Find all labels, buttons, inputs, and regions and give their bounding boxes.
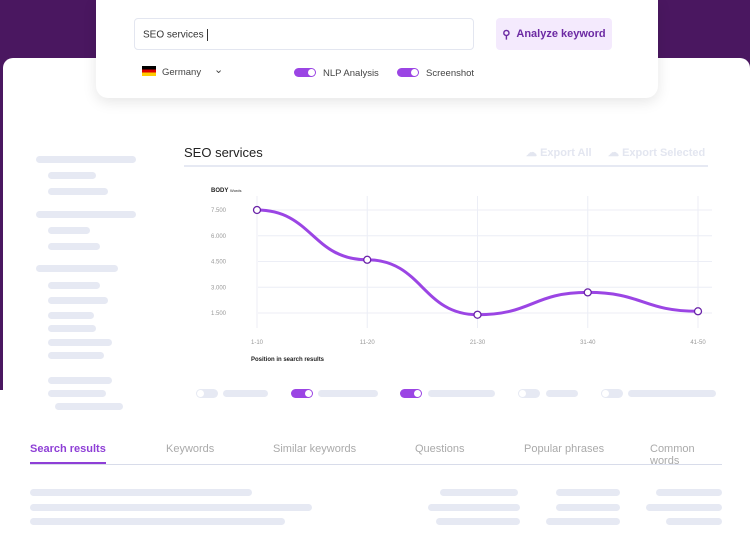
data-point xyxy=(473,310,482,319)
tab-questions[interactable]: Questions xyxy=(415,443,465,455)
y-tick-label: 7.500 xyxy=(211,208,227,214)
data-point xyxy=(583,288,592,297)
tab-keywords[interactable]: Keywords xyxy=(166,443,214,455)
x-tick-label: 41-50 xyxy=(690,340,706,346)
series-toggle[interactable] xyxy=(196,389,218,398)
x-tick-label: 31-40 xyxy=(580,340,596,346)
y-tick-label: 4.500 xyxy=(211,260,227,266)
series-toggle[interactable] xyxy=(291,389,313,398)
series-toggle[interactable] xyxy=(518,389,540,398)
tab-common-words[interactable]: Common words xyxy=(650,443,722,467)
chart-title-suffix: Words xyxy=(230,188,241,193)
chart-title: BODY xyxy=(211,188,228,194)
tab-popular-phrases[interactable]: Popular phrases xyxy=(524,443,604,455)
y-tick-label: 1.500 xyxy=(211,311,227,317)
series-toggle[interactable] xyxy=(601,389,623,398)
x-axis-label: Position in search results xyxy=(251,357,325,363)
x-tick-label: 21-30 xyxy=(470,340,486,346)
data-point xyxy=(363,255,372,264)
data-point xyxy=(252,205,262,215)
x-tick-label: 11-20 xyxy=(360,340,376,346)
tab-similar-keywords[interactable]: Similar keywords xyxy=(273,443,356,455)
y-tick-label: 6.000 xyxy=(211,234,227,240)
tab-search-results[interactable]: Search results xyxy=(30,443,106,464)
series-toggle[interactable] xyxy=(400,389,422,398)
results-tabs: Search results Keywords Similar keywords… xyxy=(30,440,722,467)
x-tick-label: 1-10 xyxy=(251,340,264,346)
y-tick-label: 3.000 xyxy=(211,285,227,291)
body-words-chart: BODY Words 7.500 6.000 4.500 3.000 1.500 1-10 11… xyxy=(211,188,712,363)
data-point xyxy=(693,307,703,316)
